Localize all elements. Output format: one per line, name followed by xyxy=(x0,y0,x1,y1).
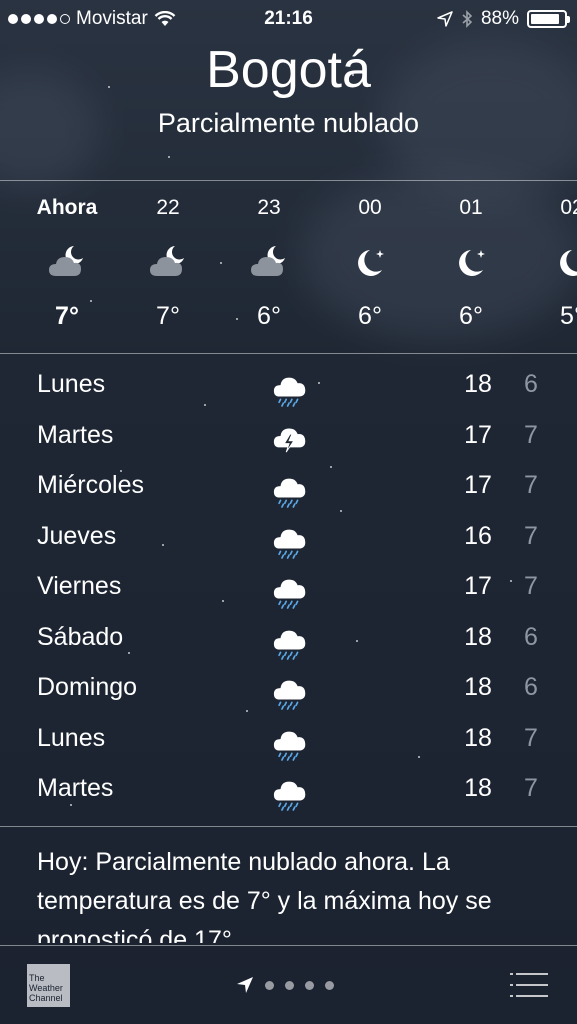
hourly-temp: 7° xyxy=(55,302,79,330)
rain-icon xyxy=(272,671,308,716)
thunderstorm-icon xyxy=(272,419,308,460)
hourly-time: 02 xyxy=(560,196,577,219)
partly-cloudy-night-icon xyxy=(17,242,117,282)
page-dot xyxy=(265,980,274,990)
high-temp: 18 xyxy=(464,774,492,802)
hourly-time: 01 xyxy=(459,196,483,219)
hourly-temp: 5° xyxy=(560,302,577,330)
hourly-time: Ahora xyxy=(36,196,98,219)
clear-night-icon xyxy=(421,242,521,282)
low-temp: 7 xyxy=(524,471,538,499)
current-condition: Parcialmente nublado xyxy=(157,108,420,138)
current-location-icon xyxy=(237,977,253,993)
rain-icon xyxy=(272,368,308,413)
hourly-temp: 6° xyxy=(459,302,483,330)
hourly-item: 22 7° xyxy=(118,182,218,331)
low-temp: 7 xyxy=(524,572,538,600)
day-name: Martes xyxy=(37,420,114,449)
low-temp: 6 xyxy=(524,673,538,701)
low-temp: 6 xyxy=(524,370,538,398)
partly-cloudy-night-icon xyxy=(219,242,319,282)
page-dot xyxy=(285,980,294,990)
day-name: Miércoles xyxy=(37,471,144,499)
daily-row: Lunes 18 6 xyxy=(0,360,577,411)
list-icon[interactable] xyxy=(510,972,548,998)
page-indicator[interactable] xyxy=(236,976,334,994)
divider xyxy=(0,353,577,354)
bottom-toolbar: The Weather Channel xyxy=(0,946,577,1024)
high-temp: 18 xyxy=(464,622,492,651)
divider xyxy=(0,180,577,181)
battery-icon xyxy=(527,10,570,28)
low-temp: 7 xyxy=(524,774,538,802)
day-name: Jueves xyxy=(37,521,117,550)
hourly-temp: 6° xyxy=(358,302,382,330)
status-bar: Movistar 21:16 88% xyxy=(0,0,577,38)
day-name: Lunes xyxy=(37,370,106,398)
day-name: Domingo xyxy=(37,673,138,701)
daily-forecast[interactable]: Lunes 18 6 Martes 17 7 Miércoles 17 7 Jueves 16 7 Vi… xyxy=(0,360,577,815)
daily-row: Viernes 17 7 xyxy=(0,562,577,613)
hourly-temp: 6° xyxy=(257,302,281,330)
hourly-temp: 7° xyxy=(156,302,180,330)
hourly-item: 01 6° xyxy=(421,182,521,331)
battery-percent: 88% xyxy=(480,8,519,29)
day-name: Viernes xyxy=(37,572,122,600)
rain-icon xyxy=(272,722,308,767)
hourly-time: 22 xyxy=(156,196,180,219)
clear-night-icon xyxy=(522,242,577,282)
bluetooth-icon xyxy=(462,10,473,28)
daily-row: Lunes 18 7 xyxy=(0,714,577,765)
low-temp: 7 xyxy=(524,521,538,550)
hourly-item: 00 6° xyxy=(320,182,420,331)
rain-icon xyxy=(272,570,308,615)
rain-icon xyxy=(272,621,308,666)
page-dot xyxy=(325,980,334,990)
low-temp: 6 xyxy=(524,622,538,651)
hourly-item: Ahora 7° xyxy=(17,182,117,331)
city-name: Bogotá xyxy=(206,41,371,99)
high-temp: 18 xyxy=(464,673,492,701)
divider xyxy=(0,826,577,827)
low-temp: 7 xyxy=(524,723,538,752)
daily-row: Domingo 18 6 xyxy=(0,663,577,714)
location-arrow-icon xyxy=(437,11,453,27)
high-temp: 16 xyxy=(464,521,492,550)
daily-row: Jueves 16 7 xyxy=(0,512,577,563)
high-temp: 18 xyxy=(464,370,492,398)
day-name: Lunes xyxy=(37,723,106,752)
hourly-forecast[interactable]: Ahora 7° 22 7° 23 6° 00 6° 01 6° 02 5° xyxy=(0,182,577,352)
high-temp: 17 xyxy=(464,420,492,449)
partly-cloudy-night-icon xyxy=(118,242,218,282)
rain-icon xyxy=(272,520,308,565)
daily-row: Martes 18 7 xyxy=(0,764,577,815)
hourly-time: 23 xyxy=(257,196,281,219)
day-name: Sábado xyxy=(37,622,124,651)
clear-night-icon xyxy=(320,242,420,282)
high-temp: 17 xyxy=(464,471,492,499)
hourly-item: 23 6° xyxy=(219,182,319,331)
daily-row: Miércoles 17 7 xyxy=(0,461,577,512)
daily-row: Martes 17 7 xyxy=(0,411,577,462)
today-summary: Hoy: Parcialmente nublado ahora. La temp… xyxy=(37,848,492,943)
high-temp: 17 xyxy=(464,572,492,600)
rain-icon xyxy=(272,469,308,514)
weather-channel-logo[interactable]: The Weather Channel xyxy=(27,964,70,1007)
daily-row: Sábado 18 6 xyxy=(0,613,577,664)
high-temp: 18 xyxy=(464,723,492,752)
hourly-item: 02 5° xyxy=(522,182,577,331)
hourly-time: 00 xyxy=(358,196,382,219)
page-dot xyxy=(305,980,314,990)
low-temp: 7 xyxy=(524,420,538,449)
rain-icon xyxy=(272,772,308,817)
day-name: Martes xyxy=(37,774,114,802)
